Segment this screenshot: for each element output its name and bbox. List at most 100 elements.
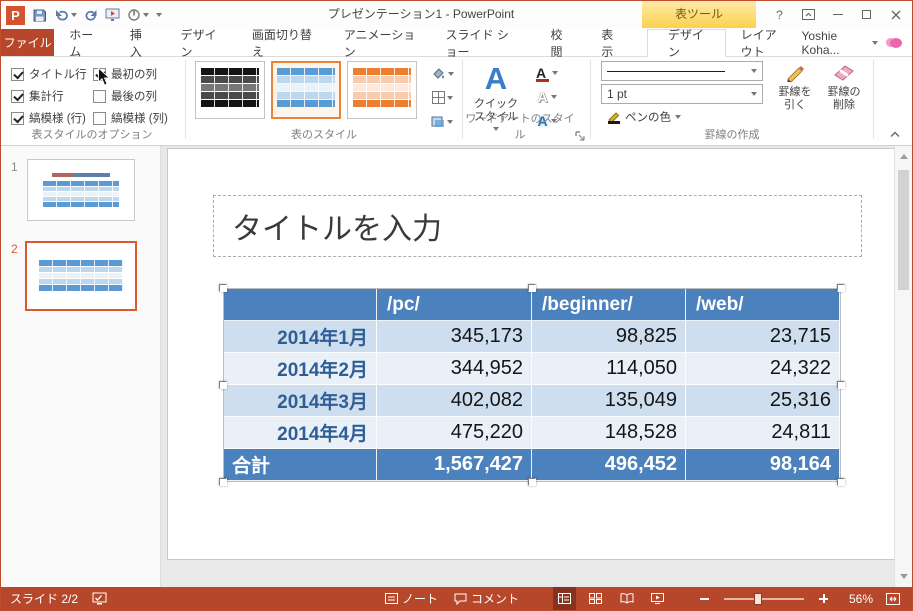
pen-style-dropdown[interactable] bbox=[601, 61, 763, 81]
borders-button[interactable] bbox=[427, 87, 457, 108]
selection-handle[interactable] bbox=[219, 478, 227, 486]
tab-home[interactable]: ホーム bbox=[54, 28, 115, 59]
zoom-level[interactable]: 56% bbox=[843, 592, 873, 606]
collapse-ribbon-button[interactable] bbox=[887, 128, 903, 140]
customize-qat-icon[interactable] bbox=[156, 13, 162, 17]
checkbox-total-row[interactable]: 集計行 bbox=[11, 88, 64, 104]
tab-transitions[interactable]: 画面切り替え bbox=[237, 28, 329, 59]
eraser-icon bbox=[834, 65, 854, 81]
notes-button[interactable]: ノート bbox=[381, 587, 442, 610]
table-cell[interactable]: 24,322 bbox=[686, 353, 840, 385]
status-proofing-icon[interactable] bbox=[92, 592, 107, 605]
zoom-out-button[interactable] bbox=[693, 587, 716, 610]
slide-table[interactable]: /pc/ /beginner/ /web/ 2014年1月 345,173 98… bbox=[219, 284, 845, 486]
table-style-preview bbox=[201, 68, 259, 107]
tab-table-design[interactable]: デザイン bbox=[646, 28, 726, 59]
table-header-cell[interactable]: /web/ bbox=[686, 289, 840, 321]
zoom-in-button[interactable] bbox=[812, 587, 835, 610]
scroll-up-icon[interactable] bbox=[900, 154, 908, 159]
touch-mouse-mode-icon[interactable] bbox=[128, 8, 149, 22]
selection-handle[interactable] bbox=[528, 478, 536, 486]
tab-view[interactable]: 表示 bbox=[586, 28, 637, 59]
table-header-cell[interactable] bbox=[224, 289, 377, 321]
close-button[interactable] bbox=[881, 1, 910, 28]
selection-handle[interactable] bbox=[837, 381, 845, 389]
selection-handle[interactable] bbox=[219, 381, 227, 389]
zoom-slider[interactable] bbox=[724, 592, 804, 605]
account-area[interactable]: Yoshie Koha... bbox=[802, 29, 912, 57]
wordart-dialog-launcher-icon[interactable] bbox=[575, 131, 586, 142]
table-style-thumb-orange[interactable] bbox=[347, 61, 417, 119]
minimize-button[interactable] bbox=[823, 1, 852, 28]
tab-design[interactable]: デザイン bbox=[166, 28, 237, 59]
tab-file[interactable]: ファイル bbox=[1, 29, 55, 56]
selection-handle[interactable] bbox=[219, 284, 227, 292]
view-slideshow-button[interactable] bbox=[646, 587, 669, 610]
checkbox-header-row[interactable]: タイトル行 bbox=[11, 66, 87, 82]
eraser-button[interactable]: 罫線の削除 bbox=[821, 57, 867, 131]
table-cell[interactable]: 475,220 bbox=[377, 417, 532, 449]
redo-icon[interactable] bbox=[84, 9, 98, 22]
start-slideshow-icon[interactable] bbox=[105, 8, 121, 22]
checkbox-banded-rows[interactable]: 縞模様 (行) bbox=[11, 110, 86, 126]
maximize-button[interactable] bbox=[852, 1, 881, 28]
table-style-thumb-dark[interactable] bbox=[195, 61, 265, 119]
tab-insert[interactable]: 挿入 bbox=[115, 28, 166, 59]
text-fill-button[interactable]: A bbox=[529, 62, 565, 83]
zoom-slider-thumb[interactable] bbox=[754, 592, 762, 605]
table-row-label[interactable]: 2014年2月 bbox=[224, 353, 377, 385]
checkbox-banded-columns[interactable]: 縞模様 (列) bbox=[93, 110, 168, 126]
slide-canvas[interactable]: タイトルを入力 /pc/ /beginner/ /web/ 2014年1月 34… bbox=[167, 148, 895, 560]
pen-weight-dropdown[interactable]: 1 pt bbox=[601, 84, 763, 104]
table-header-cell[interactable]: /beginner/ bbox=[532, 289, 686, 321]
slide-2-thumbnail[interactable] bbox=[25, 241, 137, 311]
table-cell[interactable]: 344,952 bbox=[377, 353, 532, 385]
table-header-cell[interactable]: /pc/ bbox=[377, 289, 532, 321]
table-cell[interactable]: 114,050 bbox=[532, 353, 686, 385]
table-cell[interactable]: 98,825 bbox=[532, 321, 686, 353]
table-cell[interactable]: 25,316 bbox=[686, 385, 840, 417]
view-reading-button[interactable] bbox=[615, 587, 638, 610]
table-total-cell[interactable]: 1,567,427 bbox=[377, 449, 532, 481]
tab-animations[interactable]: アニメーション bbox=[329, 28, 431, 59]
table-total-label[interactable]: 合計 bbox=[224, 449, 377, 481]
table-cell[interactable]: 402,082 bbox=[377, 385, 532, 417]
tab-review[interactable]: 校閲 bbox=[536, 28, 587, 59]
scroll-down-icon[interactable] bbox=[900, 574, 908, 579]
table-cell[interactable]: 24,811 bbox=[686, 417, 840, 449]
help-button[interactable]: ? bbox=[765, 1, 794, 28]
pen-color-button[interactable]: ペンの色 bbox=[601, 107, 693, 127]
comments-button[interactable]: コメント bbox=[450, 587, 523, 610]
selection-handle[interactable] bbox=[528, 284, 536, 292]
title-placeholder[interactable]: タイトルを入力 bbox=[213, 195, 862, 257]
draw-table-button[interactable]: 罫線を引く bbox=[773, 57, 817, 131]
scrollbar-thumb[interactable] bbox=[898, 170, 909, 290]
view-normal-button[interactable] bbox=[553, 587, 576, 610]
comment-icon bbox=[454, 593, 467, 605]
table-total-cell[interactable]: 98,164 bbox=[686, 449, 840, 481]
undo-icon[interactable] bbox=[54, 9, 77, 22]
table-total-cell[interactable]: 496,452 bbox=[532, 449, 686, 481]
table-cell[interactable]: 345,173 bbox=[377, 321, 532, 353]
tab-table-layout[interactable]: レイアウト bbox=[726, 28, 802, 59]
powerpoint-app-icon[interactable]: P bbox=[6, 5, 25, 25]
text-outline-button[interactable]: A bbox=[529, 86, 565, 107]
selection-handle[interactable] bbox=[837, 284, 845, 292]
table-row-label[interactable]: 2014年1月 bbox=[224, 321, 377, 353]
ribbon-display-options-button[interactable] bbox=[794, 1, 823, 28]
table-style-thumb-blue-selected[interactable] bbox=[271, 61, 341, 119]
table-cell[interactable]: 148,528 bbox=[532, 417, 686, 449]
view-slide-sorter-button[interactable] bbox=[584, 587, 607, 610]
table-row-label[interactable]: 2014年3月 bbox=[224, 385, 377, 417]
vertical-scrollbar[interactable] bbox=[894, 146, 912, 587]
shading-button[interactable] bbox=[427, 63, 457, 84]
slide-1-thumbnail[interactable] bbox=[27, 159, 135, 221]
table-cell[interactable]: 23,715 bbox=[686, 321, 840, 353]
tab-slideshow[interactable]: スライド ショー bbox=[430, 28, 535, 59]
fit-to-window-button[interactable] bbox=[881, 587, 904, 610]
save-icon[interactable] bbox=[32, 8, 47, 23]
table-cell[interactable]: 135,049 bbox=[532, 385, 686, 417]
table-row-label[interactable]: 2014年4月 bbox=[224, 417, 377, 449]
selection-handle[interactable] bbox=[837, 478, 845, 486]
checkbox-last-column[interactable]: 最後の列 bbox=[93, 88, 157, 104]
